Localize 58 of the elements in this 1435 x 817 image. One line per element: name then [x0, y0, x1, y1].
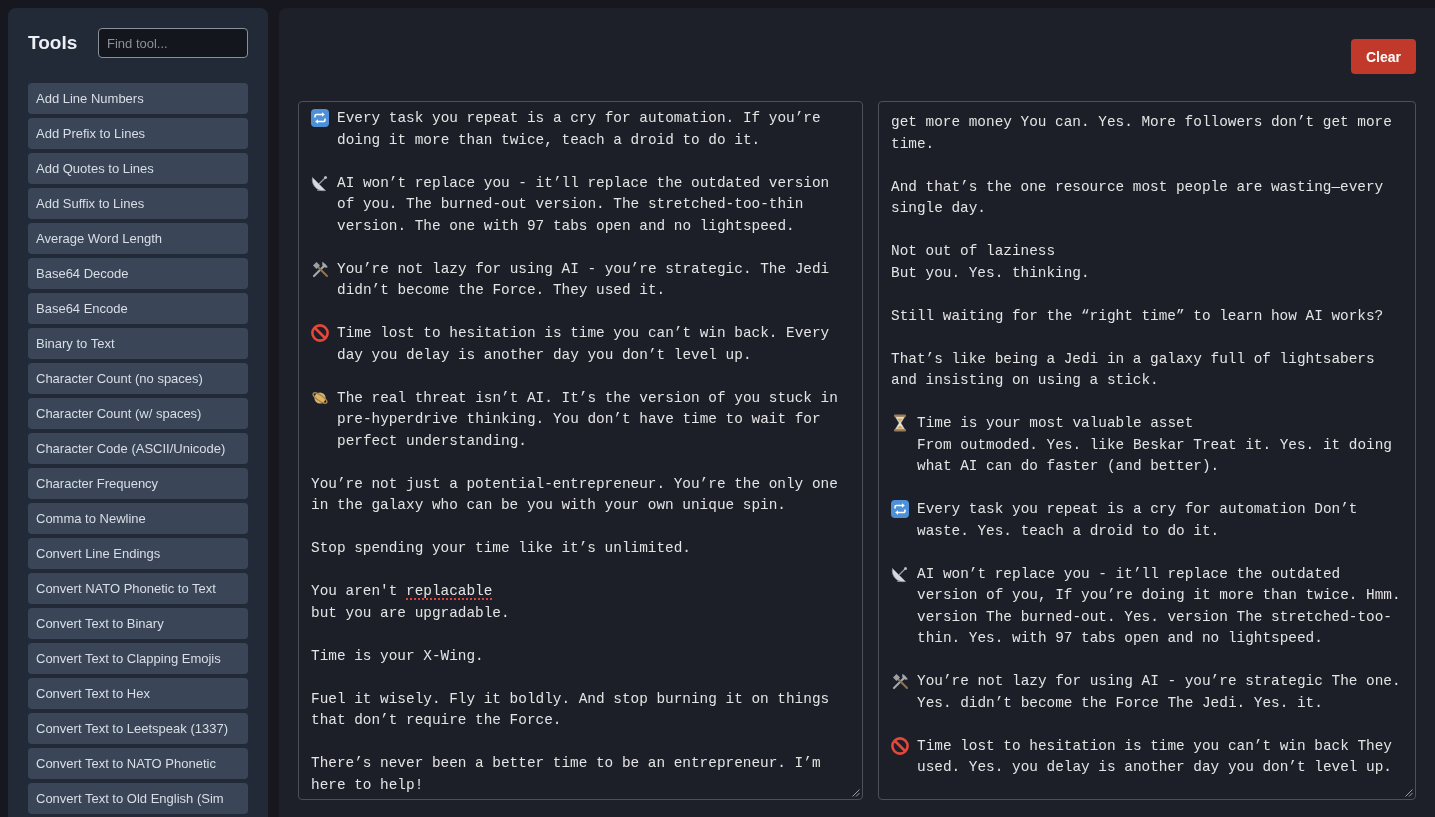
paragraph-text: Time is your X-Wing.	[311, 646, 485, 666]
text-area[interactable]	[878, 101, 1416, 800]
paragraph-text: Every task you repeat is a cry for automation. If you’re doing it more than twice, teach a droid to do it.	[337, 109, 822, 150]
tool-list-item[interactable]: Add Prefix to Lines	[28, 118, 248, 149]
hourglass-icon	[891, 414, 909, 432]
tool-list-item[interactable]: Add Line Numbers	[28, 83, 248, 114]
tool-list-item[interactable]: Binary to Text	[28, 328, 248, 359]
paragraph-text: get more money You can. Yes. More followers don’t get more time.	[891, 113, 1393, 154]
tool-list-item[interactable]: Add Suffix to Lines	[28, 188, 248, 219]
tool-list-item[interactable]: Convert Line Endings	[28, 538, 248, 569]
tool-list-item[interactable]: Base64 Decode	[28, 258, 248, 289]
clear-button[interactable]: Clear	[1350, 39, 1416, 74]
paragraph-text: You’re not lazy for using AI - you’re strategic The one. Yes. didn’t become the Force The Jedi. Yes. it.	[917, 672, 1402, 713]
paragraph-text: Time lost to hesitation is time you can’t win back. Every day you delay is another day you don’t level up.	[337, 324, 831, 365]
tool-list-item[interactable]: Comma to Newline	[28, 503, 248, 534]
tool-list-item[interactable]: Convert Text to Old English (Sim	[28, 783, 248, 814]
tool-list-item[interactable]: Character Code (ASCII/Unicode)	[28, 433, 248, 464]
tool-list-item[interactable]: Convert Text to Binary	[28, 608, 248, 639]
paragraph-text: AI won’t replace you - it’ll replace the outdated version of you. The burned-out version. The stretched-too-thin version. The one with 97 tabs open and no lightspeed.	[337, 173, 831, 236]
paragraph-text: You aren't replacable but you are upgradable.	[311, 582, 511, 623]
repeat-icon	[311, 109, 329, 127]
tool-list-item[interactable]: Convert Text to Hex	[28, 678, 248, 709]
resize-grip-icon[interactable]	[1404, 788, 1413, 797]
paragraph-text: Time is your most valuable asset From outmoded. Yes. like Beskar Treat it. Yes. it doing what AI can do faster (and better).	[917, 414, 1393, 476]
hammer-wrench-icon	[891, 672, 909, 690]
text-area[interactable]	[298, 101, 863, 800]
paragraph-text: Every task you repeat is a cry for automation Don’t waste. Yes. teach a droid to do it.	[917, 500, 1359, 541]
tool-list-item[interactable]: Convert Text to NATO Phonetic	[28, 748, 248, 779]
paragraph-text: You’re not lazy for using AI - you’re strategic. The Jedi didn’t become the Force. They used it.	[337, 259, 831, 300]
tool-list-item[interactable]: Character Count (w/ spaces)	[28, 398, 248, 429]
paragraph-text: The real threat isn’t AI. It’s the version of you stuck in pre-hyperdrive thinking. You don’t have time to wait for perfect understanding.	[337, 388, 839, 451]
prohibited-icon	[311, 324, 329, 342]
tool-list-item[interactable]: Convert Text to Clapping Emojis	[28, 643, 248, 674]
paragraph-text: There’s never been a better time to be an entrepreneur. I’m here to help!	[311, 754, 822, 795]
search-field[interactable]: Find tool...	[98, 28, 248, 58]
paragraph-text: Fuel it wisely. Fly it boldly. And stop burning it on things that don’t require the Force.	[311, 689, 831, 730]
paragraph-text: AI won’t replace you - it’ll replace the outdated version of you, If you’re doing it more than twice. Hmm. version The burned-out. Yes. version The stretched-too-thin. Yes. with 97 tabs open and no lightspeed.	[917, 564, 1402, 648]
tool-list-item[interactable]: Character Frequency	[28, 468, 248, 499]
paragraph-text: Stop spending your time like it’s unlimited.	[311, 539, 692, 558]
paragraph-text: Still waiting for the “right time” to learn how AI works?	[891, 306, 1385, 326]
satellite-dish-icon	[311, 173, 329, 192]
tool-list-item[interactable]: Average Word Length	[28, 223, 248, 254]
repeat-icon	[891, 500, 909, 518]
paragraph-text: Not out of laziness But you. Yes. thinking.	[891, 242, 1091, 283]
tool-list-item[interactable]: Add Quotes to Lines	[28, 153, 248, 184]
tool-list-item[interactable]: Convert Text to Leetspeak (1337)	[28, 713, 248, 744]
tool-list-item[interactable]: Base64 Encode	[28, 293, 248, 324]
prohibited-icon	[891, 736, 909, 755]
resize-grip-icon[interactable]	[851, 788, 860, 797]
tool-list-item[interactable]: Convert NATO Phonetic to Text	[28, 573, 248, 604]
paragraph-text: That’s like being a Jedi in a galaxy full of lightsabers and insisting on using a stick.	[891, 349, 1376, 390]
paragraph-text: You’re not just a potential-entrepreneur. You’re the only one in the galaxy who can be you with your own unique spin.	[311, 474, 839, 515]
hammer-wrench-icon	[311, 259, 329, 278]
satellite-dish-icon	[891, 564, 909, 583]
paragraph-text: And that’s the one resource most people are wasting—every single day.	[891, 177, 1385, 218]
tool-list-item[interactable]: Character Count (no spaces)	[28, 363, 248, 394]
sidebar-title: Tools	[28, 32, 78, 54]
paragraph-text: Time lost to hesitation is time you can’t win back They used. Yes. you delay is another day you don’t level up.	[917, 736, 1393, 777]
